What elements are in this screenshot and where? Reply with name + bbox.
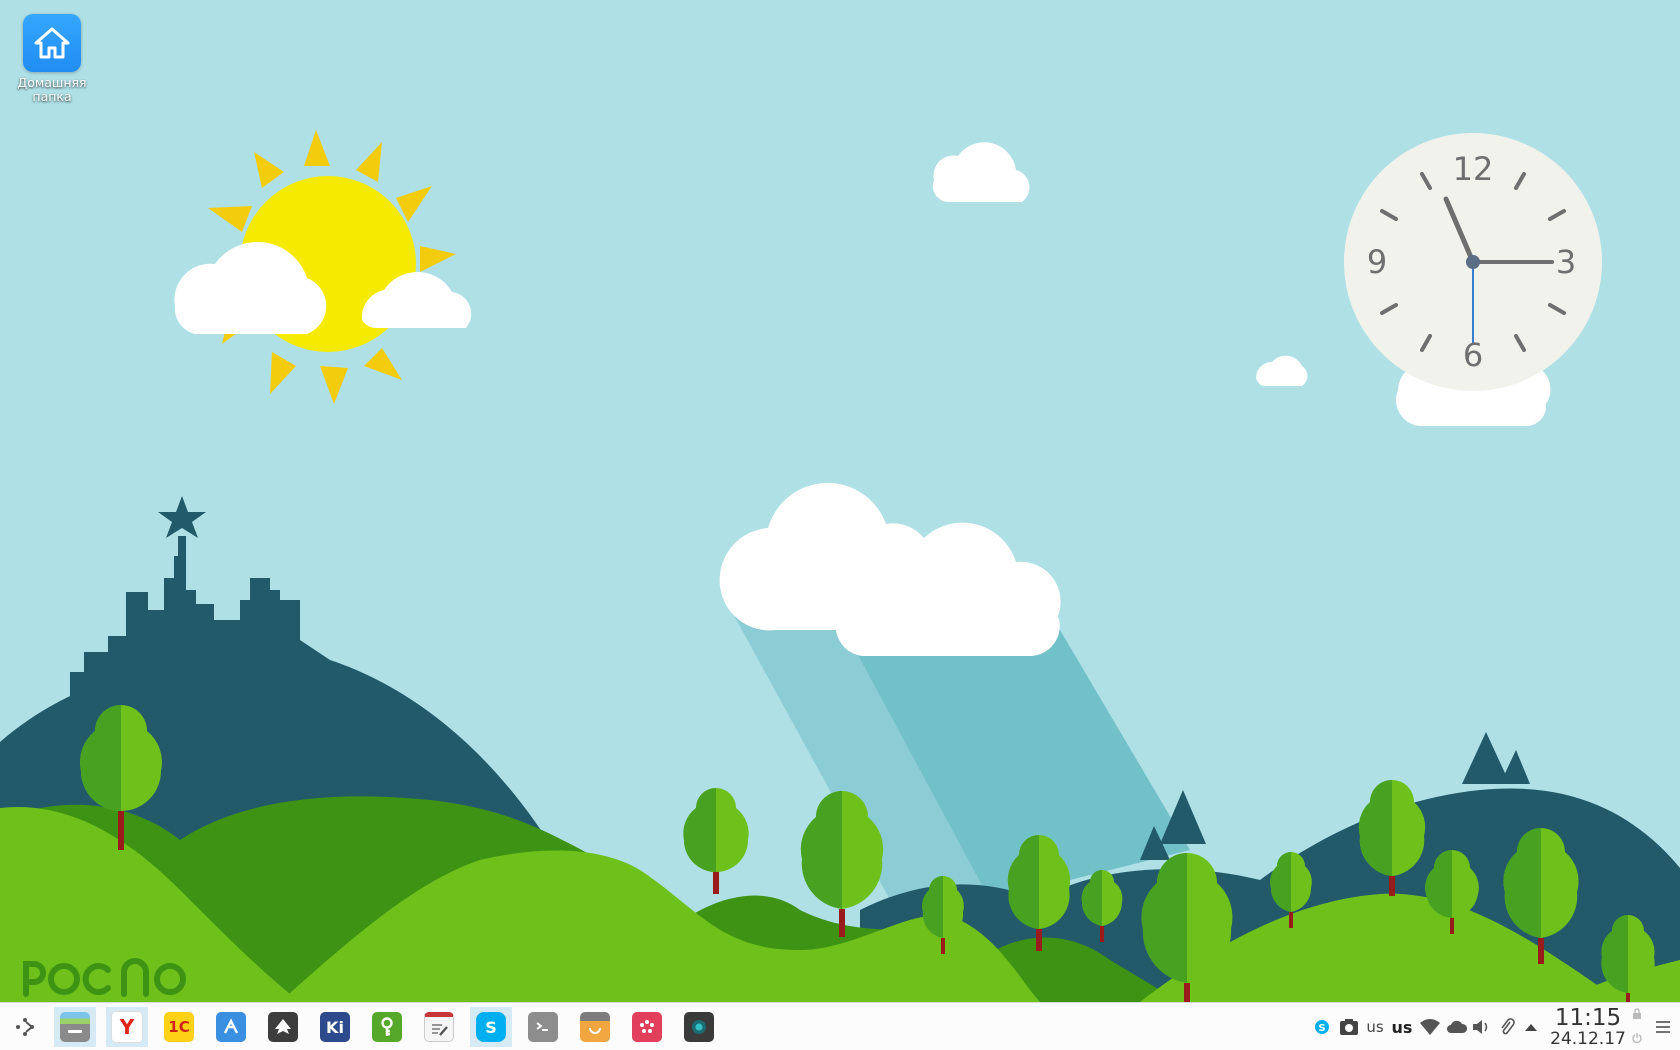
- taskbar-app-file-manager[interactable]: [54, 1007, 96, 1047]
- 1c-icon: 1С: [164, 1012, 194, 1042]
- taskbar-app-text-editor[interactable]: [418, 1007, 460, 1047]
- taskbar-app-music-player[interactable]: [626, 1007, 668, 1047]
- taskbar-app-terminal[interactable]: [522, 1007, 564, 1047]
- clock-numeral-12: 12: [1452, 150, 1494, 188]
- hour-hand: [1443, 196, 1476, 265]
- home-folder-label: Домашняя папка: [17, 75, 87, 104]
- wifi-icon[interactable]: [1418, 1017, 1442, 1037]
- key-icon: [372, 1012, 402, 1042]
- taskbar-app-kdevelop[interactable]: [210, 1007, 252, 1047]
- folder-icon: [60, 1012, 90, 1042]
- code-icon: [216, 1012, 246, 1042]
- taskbar-clock-date[interactable]: 24.12.17: [1544, 1029, 1632, 1049]
- launcher-icon: [16, 1018, 34, 1036]
- clock-numeral-6: 6: [1462, 336, 1484, 374]
- music-icon: [632, 1012, 662, 1042]
- home-icon: [23, 14, 81, 72]
- kicad-icon: Ki: [320, 1012, 350, 1042]
- skype-tray-icon[interactable]: S: [1312, 1017, 1332, 1037]
- inkscape-icon: [268, 1012, 298, 1042]
- taskbar-app-software-center[interactable]: [574, 1007, 616, 1047]
- show-hidden-icons-arrow[interactable]: [1520, 1017, 1542, 1037]
- clock-numeral-9: 9: [1366, 243, 1388, 281]
- clipboard-icon[interactable]: [1496, 1017, 1518, 1037]
- screenshot-tray-icon[interactable]: [1338, 1017, 1360, 1037]
- yandex-icon: Y: [111, 1011, 143, 1043]
- volume-icon[interactable]: [1470, 1017, 1492, 1037]
- skype-icon: S: [476, 1012, 506, 1042]
- camera-icon: [684, 1012, 714, 1042]
- taskbar-app-yandex-browser[interactable]: Y: [106, 1007, 148, 1047]
- taskbar-app-keepass[interactable]: [366, 1007, 408, 1047]
- lock-screen-icon[interactable]: [1630, 1007, 1644, 1021]
- home-folder-desktop-icon[interactable]: Домашняя папка: [14, 14, 90, 104]
- taskbar-app-camera[interactable]: [678, 1007, 720, 1047]
- store-icon: [580, 1012, 610, 1042]
- taskbar-app-inkscape[interactable]: [262, 1007, 304, 1047]
- notes-icon: [424, 1012, 454, 1042]
- rosa-logo: [23, 958, 186, 997]
- taskbar-app-skype[interactable]: S: [470, 1007, 512, 1047]
- power-icon[interactable]: [1630, 1031, 1644, 1045]
- analog-clock-widget: 12 3 6 9: [1344, 133, 1602, 391]
- terminal-icon: [528, 1012, 558, 1042]
- taskbar: Y 1С Ki S S us us 11:15 24.12.17: [0, 1002, 1680, 1050]
- cloud-sync-icon[interactable]: [1446, 1017, 1468, 1037]
- taskbar-app-1c[interactable]: 1С: [158, 1007, 200, 1047]
- hamburger-menu-icon[interactable]: [1652, 1017, 1674, 1037]
- taskbar-clock-time[interactable]: 11:15: [1548, 1006, 1628, 1030]
- taskbar-app-kicad[interactable]: Ki: [314, 1007, 356, 1047]
- keyboard-layout-indicator[interactable]: us: [1364, 1017, 1386, 1037]
- clock-numeral-3: 3: [1555, 243, 1577, 281]
- keyboard-layout-switcher[interactable]: us: [1390, 1017, 1414, 1037]
- application-launcher-button[interactable]: [4, 1007, 46, 1047]
- svg-text:S: S: [1318, 1023, 1325, 1034]
